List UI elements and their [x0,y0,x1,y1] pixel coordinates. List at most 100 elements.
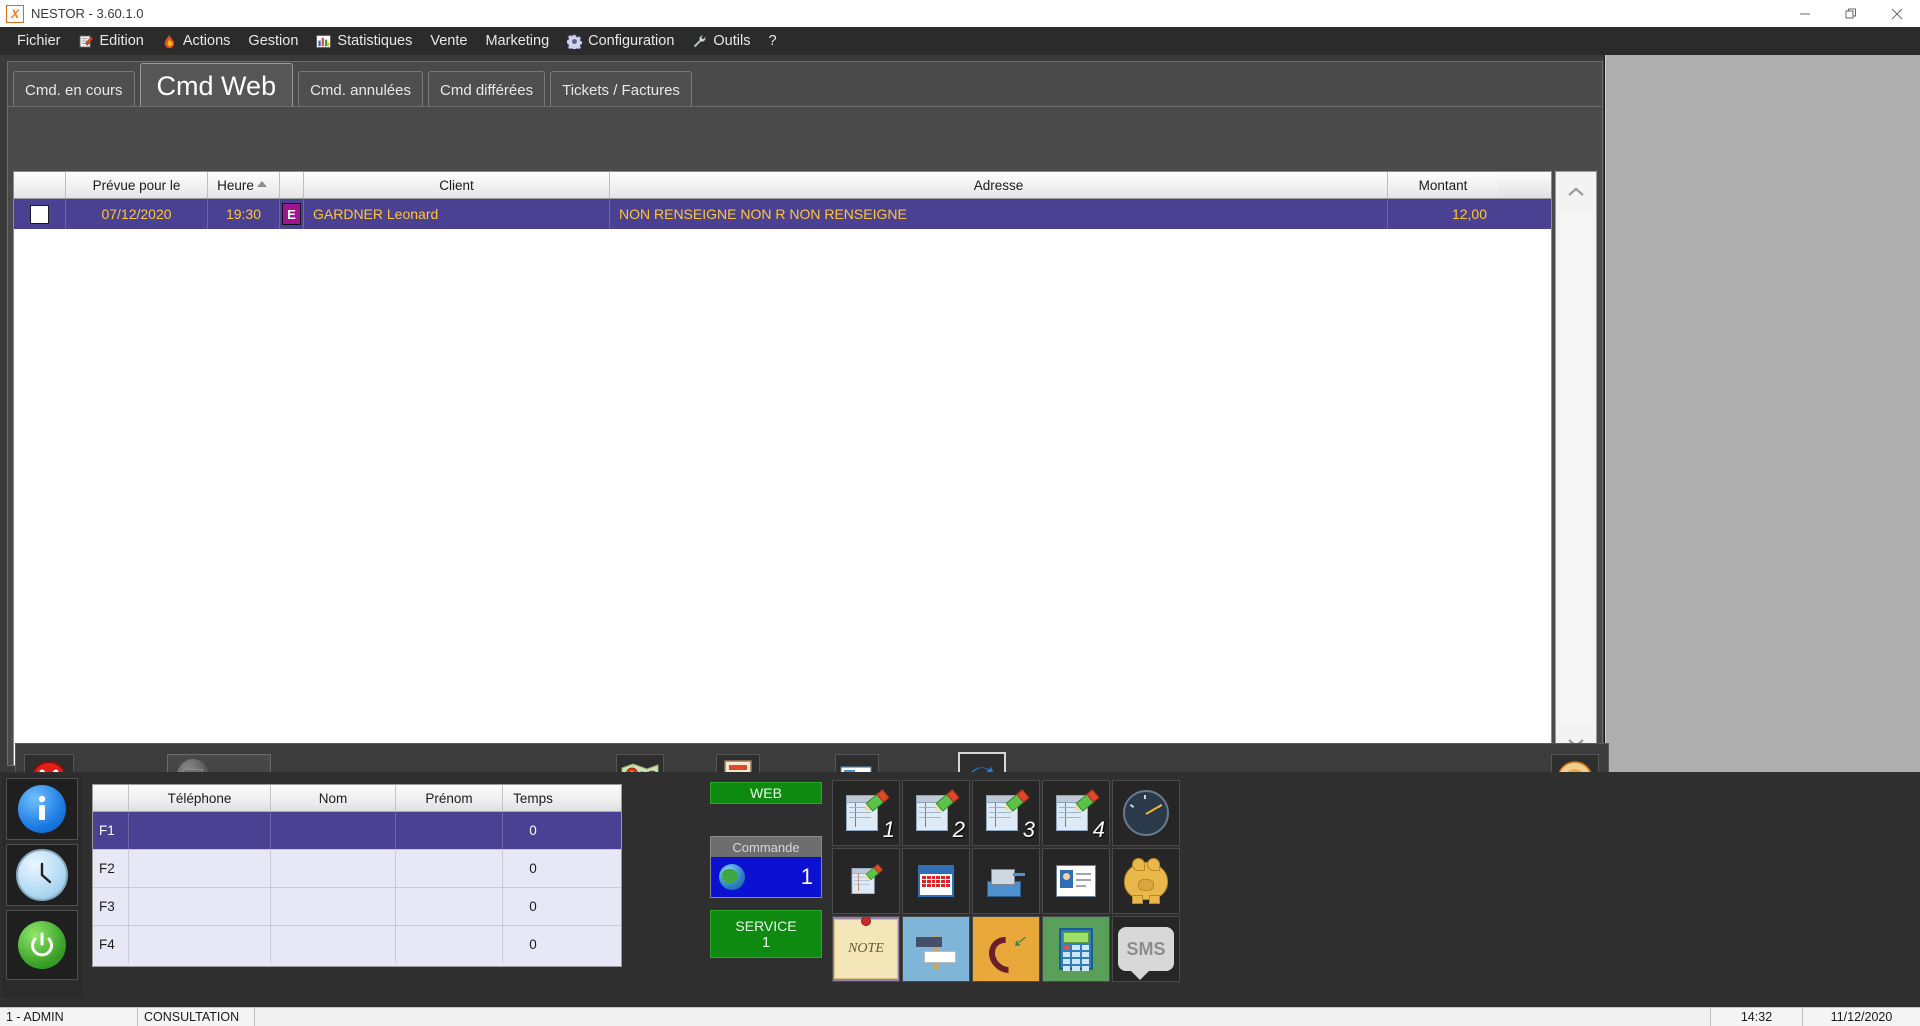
phone-row-prenom[interactable] [396,926,503,963]
restore-button[interactable] [1828,0,1874,27]
row-client: GARDNER Leonard [313,206,439,222]
col-label: Prévue pour le [92,177,181,193]
quick-side-buttons [2,774,82,998]
scroll-up-button[interactable] [1556,172,1596,212]
gauge-icon [1123,790,1169,836]
phone-row-telephone[interactable] [129,926,271,963]
sms-bubble-icon: SMS [1118,927,1174,980]
menu-label: Fichier [17,32,61,49]
col-header-montant[interactable]: Montant [1388,172,1498,198]
menu-item-fichier[interactable]: Fichier [8,27,70,55]
menu-item-outils[interactable]: Outils [683,27,759,55]
notepad-pencil-icon [916,789,960,831]
menu-label: Actions [182,32,231,49]
menu-label: Outils [713,32,751,49]
wrench-icon [693,34,707,48]
status-date: 11/12/2020 [1802,1008,1920,1026]
phone-row-prenom[interactable] [396,850,503,887]
new-order-3-button[interactable]: 3 [972,780,1040,846]
edit-pencil-icon [78,34,93,48]
calculator-button[interactable] [1042,916,1110,982]
menu-item-configuration[interactable]: Configuration [558,27,683,55]
directions-button[interactable] [902,916,970,982]
flame-icon [164,34,175,48]
orders-scrollbar[interactable] [1555,171,1597,764]
new-order-1-button[interactable]: 1 [832,780,900,846]
menu-item-marketing[interactable]: Marketing [476,27,558,55]
col-header-adresse[interactable]: Adresse [610,172,1388,198]
content-panel: Cmd. en cours Cmd Web Cmd. annulées Cmd … [0,55,1609,815]
phone-row-temps: 0 [503,850,563,887]
phone-row-nom[interactable] [271,812,396,849]
col-header-select[interactable] [14,172,66,198]
new-order-4-button[interactable]: 4 [1042,780,1110,846]
row-checkbox[interactable] [30,204,49,224]
info-button[interactable] [6,778,78,840]
tab-cmd-differees[interactable]: Cmd différées [428,71,546,108]
menu-item-vente[interactable]: Vente [421,27,476,55]
power-button[interactable] [6,910,78,980]
bar-chart-icon [316,34,332,48]
commande-counter[interactable]: Commande 1 [710,836,822,898]
tab-cmd-web[interactable]: Cmd Web [139,63,294,108]
row-amount: 12,00 [1451,206,1487,222]
new-order-2-button[interactable]: 2 [902,780,970,846]
customer-file-button[interactable] [1042,848,1110,914]
list-item[interactable]: F3 0 [93,888,621,926]
phone-row-prenom[interactable] [396,888,503,925]
tab-cmd-annulees[interactable]: Cmd. annulées [298,71,423,108]
menu-item-edition[interactable]: Edition [70,27,153,55]
phone-row-key: F2 [93,850,129,887]
minimize-button[interactable] [1782,0,1828,27]
cash-register-button[interactable] [972,848,1040,914]
phone-row-nom[interactable] [271,926,396,963]
phone-row-nom[interactable] [271,888,396,925]
piggy-bank-icon [1124,858,1168,904]
incoming-call-button[interactable]: ↙ [972,916,1040,982]
phone-row-nom[interactable] [271,850,396,887]
col-header-client[interactable]: Client [304,172,610,198]
tab-label: Cmd. annulées [310,81,411,99]
row-checkbox-cell[interactable] [14,199,66,229]
notepad-pencil-icon [986,789,1030,831]
menu-item-statistiques[interactable]: Statistiques [307,27,421,55]
sort-ascending-icon [257,181,267,187]
tab-tickets-factures[interactable]: Tickets / Factures [550,71,692,108]
list-item[interactable]: F4 0 [93,926,621,963]
notes-button[interactable]: NOTE [832,916,900,982]
planning-button[interactable] [902,848,970,914]
phone-row-telephone[interactable] [129,888,271,925]
list-item[interactable]: F1 0 [93,812,621,850]
menu-item-help[interactable]: ? [759,27,785,55]
menu-item-gestion[interactable]: Gestion [239,27,307,55]
icon-number: 1 [882,817,895,842]
close-button[interactable] [1874,0,1920,27]
phone-row-temps: 0 [503,888,563,925]
col-label: Client [439,177,474,193]
col-header-date[interactable]: Prévue pour le [66,172,208,198]
row-date: 07/12/2020 [101,206,172,222]
col-label: Temps [513,790,553,806]
list-item[interactable]: F2 0 [93,850,621,888]
clock-button[interactable] [6,844,78,906]
col-header-telephone: Téléphone [129,785,271,811]
gauge-button[interactable] [1112,780,1180,846]
sms-button[interactable]: SMS [1112,916,1180,982]
col-header-heure[interactable]: Heure [208,172,280,198]
status-user: 1 - ADMIN [0,1008,138,1026]
scrollbar-track[interactable] [1556,212,1596,723]
phone-row-telephone[interactable] [129,850,271,887]
phone-row-prenom[interactable] [396,812,503,849]
row-time-cell: 19:30 [208,199,280,229]
menu-item-actions[interactable]: Actions [153,27,240,55]
tab-cmd-en-cours[interactable]: Cmd. en cours [13,71,135,108]
quick-note-button[interactable] [832,848,900,914]
temps-value: 0 [529,899,537,914]
cashbox-button[interactable] [1112,848,1180,914]
menu-label: Configuration [588,32,675,49]
table-row[interactable]: 07/12/2020 19:30 E GARDNER Leonard NON R [14,199,1551,229]
globe-icon [719,864,745,890]
status-time-label: 14:32 [1740,1010,1773,1024]
phone-row-telephone[interactable] [129,812,271,849]
col-header-flag[interactable] [280,172,304,198]
